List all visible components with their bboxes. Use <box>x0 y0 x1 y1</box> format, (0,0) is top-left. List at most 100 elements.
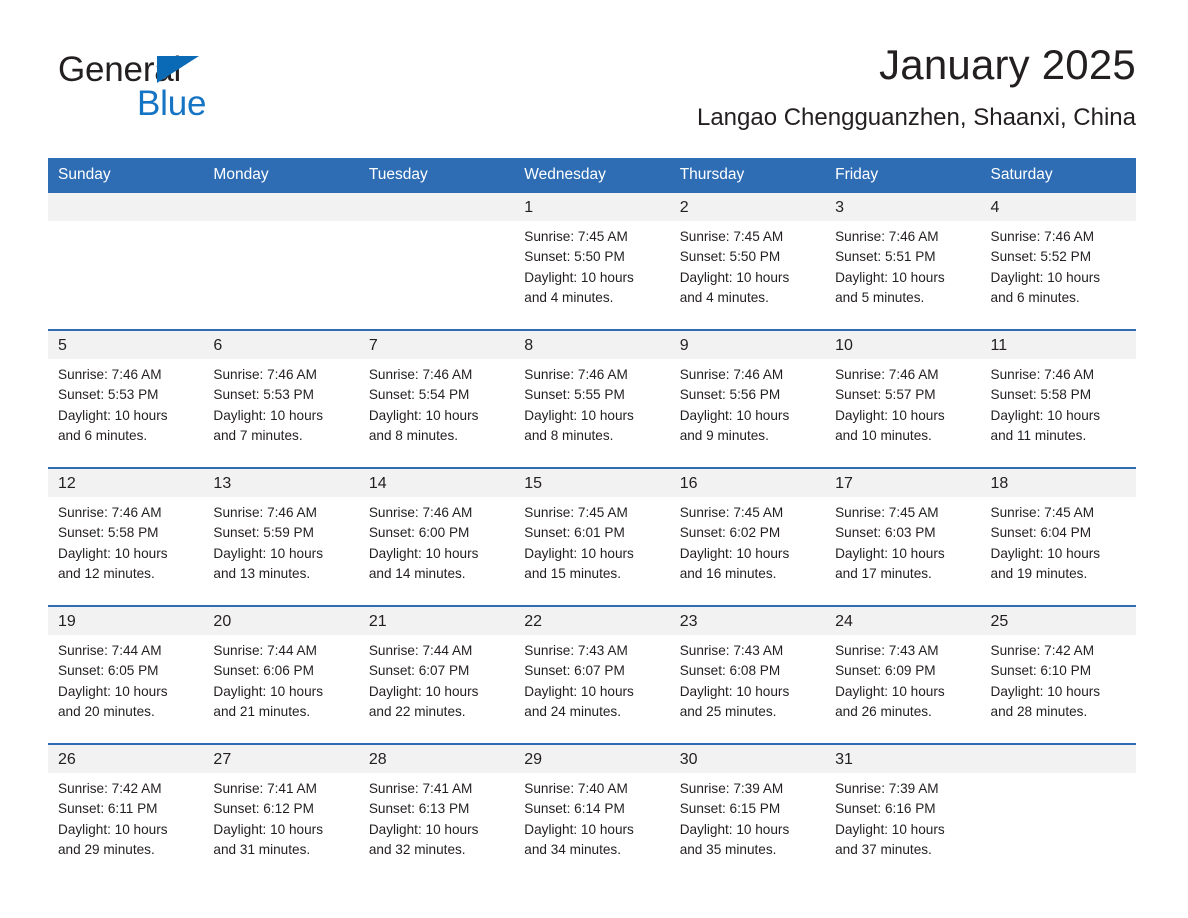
month-calendar: Sunday Monday Tuesday Wednesday Thursday… <box>48 158 1136 881</box>
day-number: 14 <box>368 475 387 492</box>
sunset-text: Sunset: 5:54 PM <box>368 387 470 403</box>
sunset-text: Sunset: 5:53 PM <box>58 387 159 403</box>
daycell-w1-d4[interactable]: 2 <box>669 193 826 221</box>
daycell-w5-d3[interactable]: 29 <box>514 745 670 773</box>
sunrise-text: Sunrise: 7:45 AM <box>679 229 784 244</box>
daycell-w4-d5[interactable]: 24 <box>825 607 981 635</box>
daycell-w3-d2[interactable]: 14 <box>358 469 515 497</box>
day-number: 4 <box>990 199 1000 216</box>
daycell-w4-d6[interactable]: 25 <box>980 607 1136 635</box>
sunset-text: Sunset: 6:09 PM <box>835 663 936 679</box>
daylight-text-line1: Daylight: 10 hours <box>679 407 790 423</box>
sunset-text: Sunset: 6:03 PM <box>835 525 936 541</box>
daycell-w5-d6[interactable] <box>980 745 1136 773</box>
sunset-text: Sunset: 6:08 PM <box>679 663 781 679</box>
day-details: Sunrise: 7:46 AM Sunset: 5:59 PM Daylight:… <box>203 497 358 584</box>
daycell-w2-d6[interactable]: 11 <box>980 331 1136 359</box>
daycell-w5-d2[interactable]: 28 <box>358 745 515 773</box>
sunrise-text: Sunrise: 7:46 AM <box>835 367 939 382</box>
daycell-w4-d4[interactable]: 23 <box>669 607 826 635</box>
daycell-w1-d3[interactable]: 1 <box>514 193 670 221</box>
daycell-w1-d0[interactable] <box>48 193 204 221</box>
detailcell-w3-d3: Sunrise: 7:45 AM Sunset: 6:01 PM Daylight:… <box>514 497 670 605</box>
sunrise-text: Sunrise: 7:46 AM <box>213 505 317 520</box>
daylight-text-line2: and 6 minutes. <box>58 427 148 443</box>
day-details: Sunrise: 7:41 AM Sunset: 6:13 PM Daylight:… <box>359 773 514 860</box>
daycell-w1-d1[interactable] <box>203 193 359 221</box>
daycell-w3-d3[interactable]: 15 <box>514 469 670 497</box>
daylight-text-line1: Daylight: 10 hours <box>990 545 1101 561</box>
day-details: Sunrise: 7:40 AM Sunset: 6:14 PM Daylight:… <box>514 773 669 860</box>
daycell-w5-d4[interactable]: 30 <box>669 745 826 773</box>
daycell-w2-d1[interactable]: 6 <box>203 331 359 359</box>
detailcell-w4-d0: Sunrise: 7:44 AM Sunset: 6:05 PM Daylight:… <box>48 635 204 743</box>
daylight-text-line1: Daylight: 10 hours <box>835 407 945 423</box>
detailcell-w5-d1: Sunrise: 7:41 AM Sunset: 6:12 PM Daylight:… <box>203 773 359 881</box>
daycell-w3-d6[interactable]: 18 <box>980 469 1136 497</box>
day-number: 13 <box>213 475 232 492</box>
calendar-body: 1 2 3 4 Sunrise: 7:45 AM Sunset: 5:50 PM D… <box>48 193 1136 881</box>
sunrise-text: Sunrise: 7:44 AM <box>58 643 162 658</box>
detailcell-w2-d1: Sunrise: 7:46 AM Sunset: 5:53 PM Daylight:… <box>203 359 359 467</box>
sunrise-text: Sunrise: 7:44 AM <box>368 643 473 658</box>
daycell-w1-d6[interactable]: 4 <box>980 193 1136 221</box>
detailcell-w2-d4: Sunrise: 7:46 AM Sunset: 5:56 PM Daylight:… <box>669 359 826 467</box>
daycell-w1-d5[interactable]: 3 <box>825 193 981 221</box>
daycell-w4-d1[interactable]: 20 <box>203 607 359 635</box>
week-3-detail-row: Sunrise: 7:46 AM Sunset: 5:58 PM Daylight:… <box>48 497 1136 605</box>
sunrise-text: Sunrise: 7:46 AM <box>58 367 162 382</box>
daycell-w2-d5[interactable]: 10 <box>825 331 981 359</box>
daycell-w1-d2[interactable] <box>358 193 515 221</box>
daycell-w5-d1[interactable]: 27 <box>203 745 359 773</box>
sunset-text: Sunset: 5:50 PM <box>679 249 781 265</box>
page-title: January 2025 <box>879 41 1136 88</box>
daylight-text-line2: and 11 minutes. <box>990 427 1087 443</box>
daycell-w2-d2[interactable]: 7 <box>358 331 515 359</box>
sunset-text: Sunset: 6:01 PM <box>524 525 625 541</box>
sunrise-text: Sunrise: 7:40 AM <box>524 781 628 796</box>
week-1-detail-row: Sunrise: 7:45 AM Sunset: 5:50 PM Daylight:… <box>48 221 1136 329</box>
sunrise-text: Sunrise: 7:46 AM <box>835 229 939 244</box>
daycell-w3-d5[interactable]: 17 <box>825 469 981 497</box>
sunrise-text: Sunrise: 7:46 AM <box>58 505 162 520</box>
daylight-text-line1: Daylight: 10 hours <box>524 683 634 699</box>
detailcell-w1-d1 <box>203 221 359 329</box>
daycell-w3-d4[interactable]: 16 <box>669 469 826 497</box>
sunset-text: Sunset: 6:07 PM <box>368 663 470 679</box>
daycell-w5-d0[interactable]: 26 <box>48 745 204 773</box>
sunset-text: Sunset: 6:06 PM <box>213 663 314 679</box>
sunset-text: Sunset: 5:52 PM <box>990 249 1092 265</box>
daycell-w4-d0[interactable]: 19 <box>48 607 204 635</box>
detailcell-w5-d6 <box>980 773 1136 881</box>
detailcell-w5-d3: Sunrise: 7:40 AM Sunset: 6:14 PM Daylight:… <box>514 773 670 881</box>
day-details: Sunrise: 7:44 AM Sunset: 6:06 PM Daylight:… <box>203 635 358 722</box>
sunrise-text: Sunrise: 7:45 AM <box>524 229 628 244</box>
daycell-w4-d2[interactable]: 21 <box>358 607 515 635</box>
sunset-text: Sunset: 6:07 PM <box>524 663 625 679</box>
day-number: 21 <box>368 613 387 630</box>
daycell-w5-d5[interactable]: 31 <box>825 745 981 773</box>
daylight-text-line1: Daylight: 10 hours <box>990 683 1101 699</box>
detailcell-w4-d1: Sunrise: 7:44 AM Sunset: 6:06 PM Daylight:… <box>203 635 359 743</box>
daylight-text-line2: and 21 minutes. <box>213 703 311 719</box>
day-number: 22 <box>524 613 543 630</box>
detailcell-w2-d3: Sunrise: 7:46 AM Sunset: 5:55 PM Daylight:… <box>514 359 670 467</box>
daycell-w3-d0[interactable]: 12 <box>48 469 204 497</box>
daycell-w3-d1[interactable]: 13 <box>203 469 359 497</box>
daycell-w2-d0[interactable]: 5 <box>48 331 204 359</box>
detailcell-w3-d6: Sunrise: 7:45 AM Sunset: 6:04 PM Daylight:… <box>980 497 1136 605</box>
daylight-text-line2: and 4 minutes. <box>524 289 614 305</box>
weekday-header-row: Sunday Monday Tuesday Wednesday Thursday… <box>48 158 1136 193</box>
weekday-header-tuesday: Tuesday <box>358 158 515 193</box>
daylight-text-line2: and 13 minutes. <box>213 565 311 581</box>
daylight-text-line1: Daylight: 10 hours <box>524 545 634 561</box>
daycell-w2-d4[interactable]: 9 <box>669 331 826 359</box>
daycell-w4-d3[interactable]: 22 <box>514 607 670 635</box>
sunset-text: Sunset: 6:04 PM <box>990 525 1092 541</box>
detailcell-w4-d5: Sunrise: 7:43 AM Sunset: 6:09 PM Daylight:… <box>825 635 981 743</box>
day-number: 3 <box>835 199 845 216</box>
daylight-text-line2: and 15 minutes. <box>524 565 621 581</box>
daylight-text-line1: Daylight: 10 hours <box>368 545 479 561</box>
daycell-w2-d3[interactable]: 8 <box>514 331 670 359</box>
day-details: Sunrise: 7:46 AM Sunset: 5:55 PM Daylight:… <box>514 359 669 446</box>
